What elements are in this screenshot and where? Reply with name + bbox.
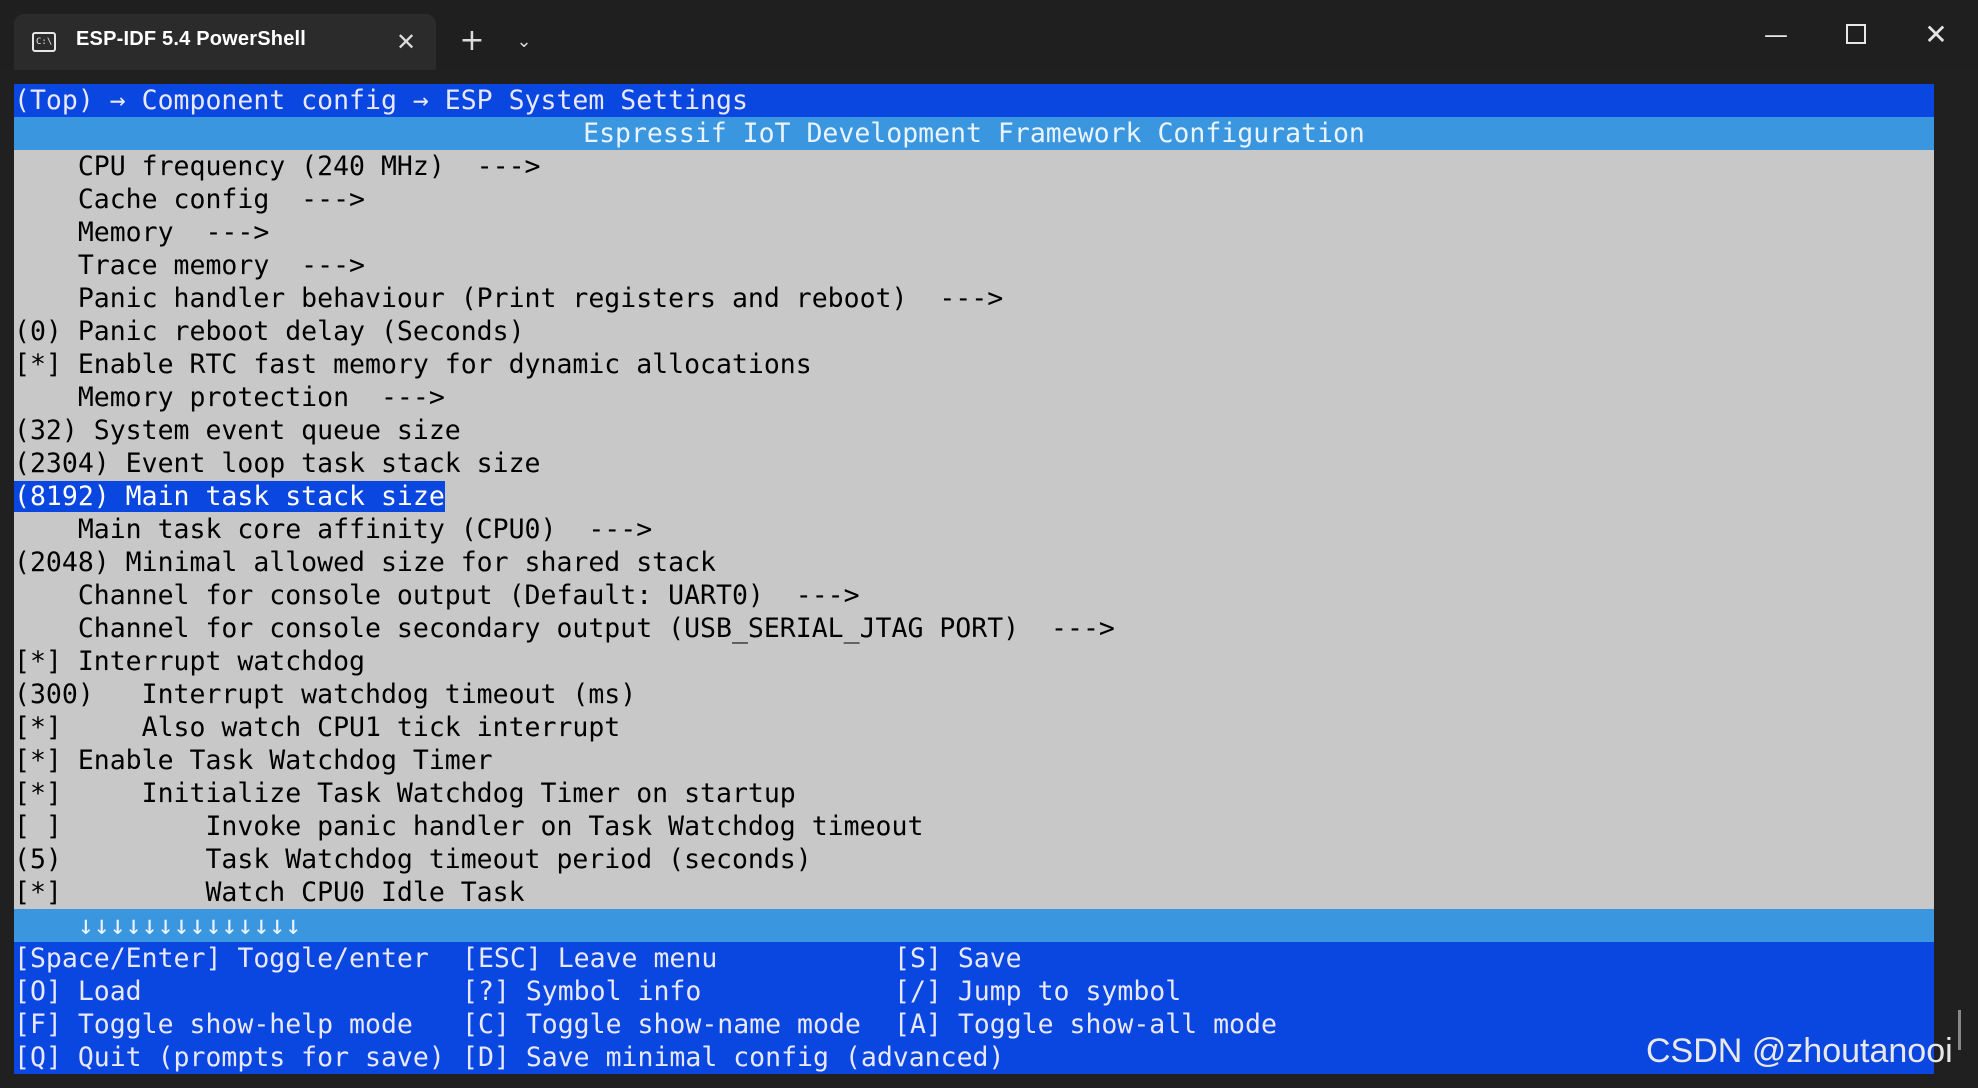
key-hint: [Q] Quit (prompts for save) [14, 1042, 445, 1073]
menu-item[interactable]: [ ] Invoke panic handler on Task Watchdo… [14, 810, 1934, 843]
scrollbar[interactable] [1958, 1010, 1961, 1050]
menu-item[interactable]: (2048) Minimal allowed size for shared s… [14, 546, 1934, 579]
watermark: CSDN @zhoutanooi [1646, 1032, 1953, 1070]
menu-item[interactable]: (8192) Main task stack size [14, 480, 1934, 513]
close-tab-icon[interactable]: ✕ [390, 26, 422, 58]
breadcrumb: (Top) → Component config → ESP System Se… [14, 84, 1934, 117]
minimize-button[interactable]: — [1746, 10, 1806, 60]
menu-item[interactable]: (300) Interrupt watchdog timeout (ms) [14, 678, 1934, 711]
menu-item[interactable]: (5) Task Watchdog timeout period (second… [14, 843, 1934, 876]
maximize-button[interactable] [1826, 10, 1886, 60]
key-hint: [O] Load [14, 976, 142, 1007]
chevron-down-icon[interactable]: ⌄ [504, 24, 544, 60]
key-hint: [F] Toggle show-help mode [14, 1009, 413, 1040]
menu-item[interactable]: [*] Enable Task Watchdog Timer [14, 744, 1934, 777]
key-hint: [ESC] Leave menu [462, 943, 718, 974]
menu-item[interactable]: Trace memory ---> [14, 249, 1934, 282]
menu-item[interactable]: CPU frequency (240 MHz) ---> [14, 150, 1934, 183]
help-row: [Space/Enter] Toggle/enter [ESC] Leave me… [14, 942, 1934, 975]
maximize-icon [1846, 23, 1866, 44]
new-tab-button[interactable]: + [452, 24, 492, 60]
menu-item[interactable]: [*] Enable RTC fast memory for dynamic a… [14, 348, 1934, 381]
terminal-icon: C:\ [32, 32, 56, 52]
menu-item[interactable]: Memory ---> [14, 216, 1934, 249]
menu-item[interactable]: Channel for console output (Default: UAR… [14, 579, 1934, 612]
menu-item[interactable]: Channel for console secondary output (US… [14, 612, 1934, 645]
close-window-button[interactable]: ✕ [1906, 10, 1966, 60]
menu-item[interactable]: [*] Initialize Task Watchdog Timer on st… [14, 777, 1934, 810]
terminal-tab[interactable]: C:\ ESP-IDF 5.4 PowerShell ✕ [14, 14, 436, 70]
selected-menu-item-label: (8192) Main task stack size [14, 481, 445, 512]
key-hint: [C] Toggle show-name mode [462, 1009, 861, 1040]
menu-item[interactable]: [*] Interrupt watchdog [14, 645, 1934, 678]
menu-item[interactable]: Cache config ---> [14, 183, 1934, 216]
menu-item[interactable]: Panic handler behaviour (Print registers… [14, 282, 1934, 315]
key-hint: [?] Symbol info [462, 976, 702, 1007]
title-bar: C:\ ESP-IDF 5.4 PowerShell ✕ + ⌄ — ✕ [0, 0, 1978, 70]
menu-item[interactable]: Memory protection ---> [14, 381, 1934, 414]
tab-title: ESP-IDF 5.4 PowerShell [76, 28, 307, 50]
menu-item[interactable]: [*] Watch CPU0 Idle Task [14, 876, 1934, 909]
help-row: [O] Load [?] Symbol info [/] Jump to symbo… [14, 975, 1934, 1008]
menu-item[interactable]: (2304) Event loop task stack size [14, 447, 1934, 480]
key-hint: [Space/Enter] Toggle/enter [14, 943, 429, 974]
key-hint: [A] Toggle show-all mode [894, 1009, 1277, 1040]
menu-item[interactable]: (0) Panic reboot delay (Seconds) [14, 315, 1934, 348]
menu-item[interactable]: (32) System event queue size [14, 414, 1934, 447]
menu-item[interactable]: [*] Also watch CPU1 tick interrupt [14, 711, 1934, 744]
key-hint: [/] Jump to symbol [894, 976, 1182, 1007]
menu-item[interactable]: Main task core affinity (CPU0) ---> [14, 513, 1934, 546]
terminal-area[interactable]: (Top) → Component config → ESP System Se… [14, 84, 1934, 1074]
more-indicator: ↓↓↓↓↓↓↓↓↓↓↓↓↓↓ [14, 909, 1934, 942]
menuconfig-title: Espressif IoT Development Framework Conf… [14, 117, 1934, 150]
key-hint: [S] Save [894, 943, 1022, 974]
key-hint: [D] Save minimal config (advanced) [462, 1042, 1005, 1073]
